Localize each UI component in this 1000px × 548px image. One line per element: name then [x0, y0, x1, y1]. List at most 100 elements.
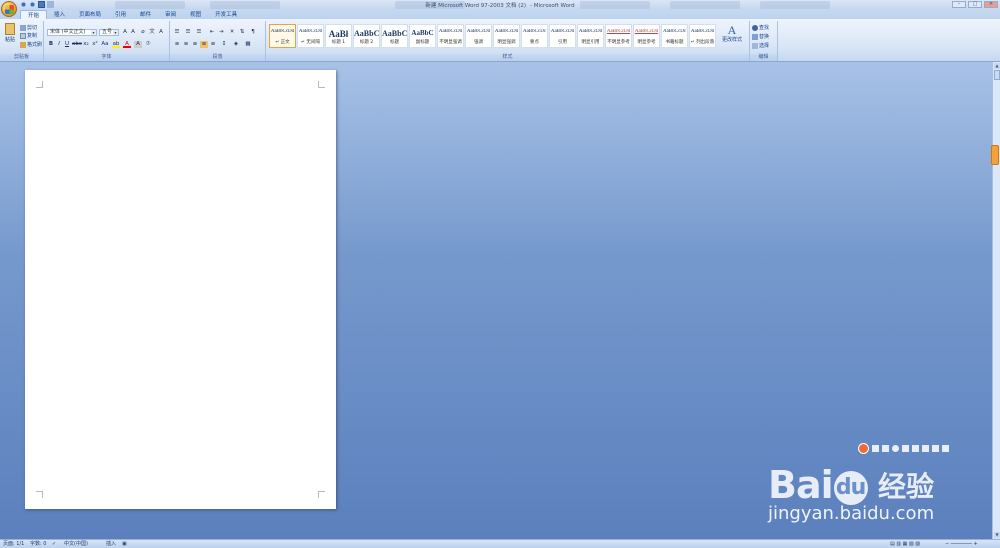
- phonetic-guide-icon[interactable]: 文: [148, 29, 156, 36]
- style-item[interactable]: AaBbC 标题: [381, 24, 408, 48]
- change-styles-button[interactable]: A 更改样式: [717, 24, 747, 43]
- scroll-thumb[interactable]: [994, 70, 1000, 80]
- justify-icon[interactable]: ≡: [200, 41, 208, 48]
- superscript-button[interactable]: x²: [91, 41, 99, 48]
- proofing-icon[interactable]: ✓: [52, 540, 56, 548]
- decrease-indent-icon[interactable]: ⇤: [208, 29, 216, 36]
- numbering-icon[interactable]: ☰: [184, 29, 192, 36]
- line-spacing-icon[interactable]: ↕: [220, 41, 228, 48]
- tab-review[interactable]: 审阅: [158, 10, 183, 19]
- style-item[interactable]: AaBbCcDc 要点: [521, 24, 548, 48]
- char-shading-icon[interactable]: A: [134, 41, 142, 48]
- select-icon: [752, 42, 758, 49]
- find-button[interactable]: 查找: [752, 24, 769, 31]
- increase-indent-icon[interactable]: ⇥: [217, 29, 225, 36]
- style-item[interactable]: AaBbCcDd 引用: [549, 24, 576, 48]
- italic-button[interactable]: I: [55, 41, 63, 48]
- align-left-icon[interactable]: ≡: [173, 41, 181, 48]
- tab-view[interactable]: 视图: [183, 10, 208, 19]
- bullets-icon[interactable]: ☰: [173, 29, 181, 36]
- style-item[interactable]: AaBbCcDc 书籍标题: [661, 24, 688, 48]
- style-name: ↵ 列出段落: [690, 40, 715, 45]
- align-center-icon[interactable]: ≡: [182, 41, 190, 48]
- subscript-button[interactable]: x₂: [82, 41, 90, 48]
- font-size-combo[interactable]: 五号 ▾: [99, 29, 119, 36]
- style-name: ↵ 无间隔: [301, 40, 320, 45]
- minimize-button[interactable]: –: [952, 1, 966, 8]
- maximize-button[interactable]: □: [968, 1, 982, 8]
- replace-button[interactable]: 替换: [752, 33, 769, 40]
- style-item[interactable]: AaBbCcDd 不明显强调: [437, 24, 464, 48]
- style-item[interactable]: AaBbCcDd ↵ 无间隔: [297, 24, 324, 48]
- format-painter-button[interactable]: 格式刷: [20, 41, 42, 48]
- font-color-icon[interactable]: A: [123, 41, 131, 48]
- page-count[interactable]: 页面: 1/1: [3, 540, 24, 548]
- side-panel-tab[interactable]: [991, 145, 999, 165]
- vertical-scrollbar[interactable]: ▲ ▼: [992, 62, 1000, 539]
- style-item[interactable]: AaBbCcDd 不明显参考: [605, 24, 632, 48]
- paste-button[interactable]: 粘贴: [3, 23, 17, 43]
- close-button[interactable]: ×: [984, 1, 998, 8]
- align-right-icon[interactable]: ≡: [191, 41, 199, 48]
- style-item[interactable]: AaBbCcDd 强调: [465, 24, 492, 48]
- select-button[interactable]: 选择: [752, 42, 769, 49]
- macro-icon[interactable]: ▣: [122, 540, 127, 548]
- view-buttons[interactable]: ▤ ▥ ▦ ▧ ▨: [890, 540, 920, 548]
- word-count[interactable]: 字数: 0: [30, 540, 46, 548]
- style-sample: AaBbCcDc: [522, 29, 547, 34]
- editing-group: 查找 替换 选择 编辑: [750, 21, 778, 61]
- style-sample: AaBbCcDd: [690, 29, 715, 34]
- style-item[interactable]: AaBbCcDd 明显强调: [493, 24, 520, 48]
- copy-button[interactable]: 复制: [20, 32, 37, 39]
- char-border-icon[interactable]: A: [157, 29, 165, 36]
- zoom-slider[interactable]: − ─────── +: [945, 540, 978, 548]
- cut-button[interactable]: 剪切: [20, 24, 37, 31]
- style-item[interactable]: AaBbCcDd ↵ 列出段落: [689, 24, 716, 48]
- tab-references[interactable]: 引用: [108, 10, 133, 19]
- show-marks-icon[interactable]: ¶: [249, 29, 257, 36]
- style-item[interactable]: AaBbC 副标题: [409, 24, 436, 48]
- insert-mode[interactable]: 插入: [106, 540, 116, 548]
- distribute-icon[interactable]: ≡: [209, 41, 217, 48]
- shading-icon[interactable]: ◈: [232, 41, 240, 48]
- tab-developer[interactable]: 开发工具: [208, 10, 244, 19]
- scroll-down-icon[interactable]: ▼: [994, 532, 1000, 538]
- tab-mailings[interactable]: 邮件: [133, 10, 158, 19]
- copy-icon: [20, 32, 26, 39]
- office-logo-icon: [5, 5, 14, 14]
- strikethrough-button[interactable]: abc: [72, 41, 82, 48]
- bold-button[interactable]: B: [47, 41, 55, 48]
- style-item[interactable]: AaBbCcDd 明显参考: [633, 24, 660, 48]
- style-sample: AaBbC: [382, 29, 407, 38]
- clear-format-icon[interactable]: ⌀: [139, 29, 147, 36]
- style-name: 强调: [474, 40, 483, 45]
- grow-font-button[interactable]: A: [121, 29, 129, 36]
- font-group: 宋体 (中文正文) ▾ 五号 ▾ A A ⌀ 文 A B I U abc x₂ x²…: [44, 21, 170, 61]
- font-name-value: 宋体 (中文正文): [50, 29, 86, 35]
- multilevel-list-icon[interactable]: ☰: [195, 29, 203, 36]
- status-bar: 页面: 1/1 字数: 0 ✓ 中文(中国) 插入 ▣ ▤ ▥ ▦ ▧ ▨ − …: [0, 539, 1000, 548]
- baidu-logo: Bai du: [768, 463, 869, 507]
- change-case-button[interactable]: Aa: [101, 41, 109, 48]
- style-item[interactable]: AaBł 标题 1: [325, 24, 352, 48]
- language-status[interactable]: 中文(中国): [64, 540, 88, 548]
- style-item[interactable]: AaBbCcDd 明显引用: [577, 24, 604, 48]
- tab-insert[interactable]: 插入: [47, 10, 72, 19]
- highlight-icon[interactable]: ab: [112, 41, 120, 48]
- margin-corner-mark: [318, 491, 325, 498]
- document-page[interactable]: [25, 70, 336, 509]
- enclose-char-icon[interactable]: ⑦: [144, 41, 152, 48]
- chinese-layout-icon[interactable]: ✕: [228, 29, 236, 36]
- shrink-font-button[interactable]: A: [129, 29, 137, 36]
- scroll-up-icon[interactable]: ▲: [994, 63, 1000, 69]
- style-item[interactable]: AaBbC 标题 2: [353, 24, 380, 48]
- borders-icon[interactable]: ▦: [244, 41, 252, 48]
- tab-page-layout[interactable]: 页面布局: [72, 10, 108, 19]
- sort-icon[interactable]: ⇅: [238, 29, 246, 36]
- underline-button[interactable]: U: [63, 41, 71, 48]
- office-button[interactable]: [1, 1, 17, 17]
- style-item[interactable]: AaBbCcDd ↵ 正文: [269, 24, 296, 48]
- tab-home[interactable]: 开始: [20, 10, 48, 19]
- clipboard-group-label: 剪贴板: [0, 54, 43, 61]
- font-name-combo[interactable]: 宋体 (中文正文) ▾: [47, 29, 97, 36]
